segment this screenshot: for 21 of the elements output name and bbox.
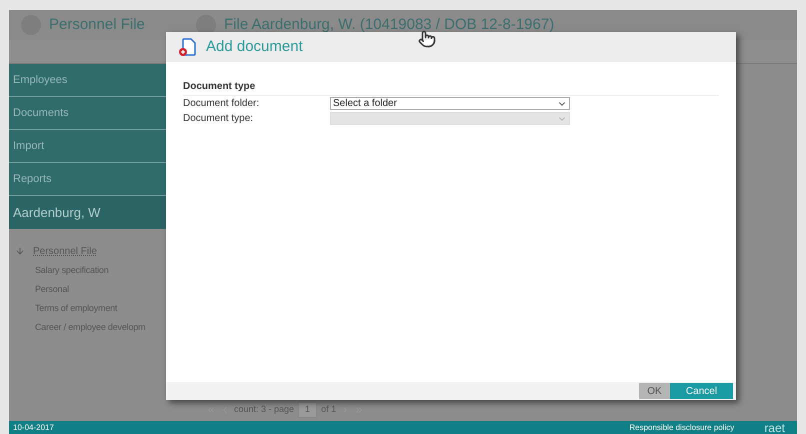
disclosure-link[interactable]: Responsible disclosure policy — [629, 422, 734, 434]
nav-item[interactable]: Import — [9, 130, 166, 163]
last-page-icon[interactable] — [354, 405, 364, 415]
app-title: Personnel File — [49, 14, 145, 35]
logo: raet — [764, 422, 785, 434]
field-label: Document folder: — [183, 97, 260, 111]
file-title: File Aardenburg, W. (10419083 / DOB 12-8-1967) — [224, 14, 554, 35]
dialog-button[interactable]: Cancel — [670, 383, 733, 399]
hand-cursor-icon — [418, 30, 436, 48]
page-field[interactable]: 1 — [298, 402, 318, 418]
employee-header: Aardenburg, W — [9, 196, 166, 229]
add-document-icon — [178, 37, 198, 57]
select-field[interactable]: Select a folder — [330, 97, 570, 110]
nav-item[interactable]: Documents — [9, 97, 166, 130]
status-date: 10-04-2017 — [13, 422, 54, 434]
nav-item[interactable]: Reports — [9, 163, 166, 196]
nav-item[interactable]: Employees — [9, 64, 166, 97]
dialog-title: Add document — [206, 36, 303, 57]
field-label: Document type: — [183, 112, 254, 126]
section-title: Document type — [183, 79, 719, 96]
first-page-icon[interactable] — [206, 405, 216, 415]
